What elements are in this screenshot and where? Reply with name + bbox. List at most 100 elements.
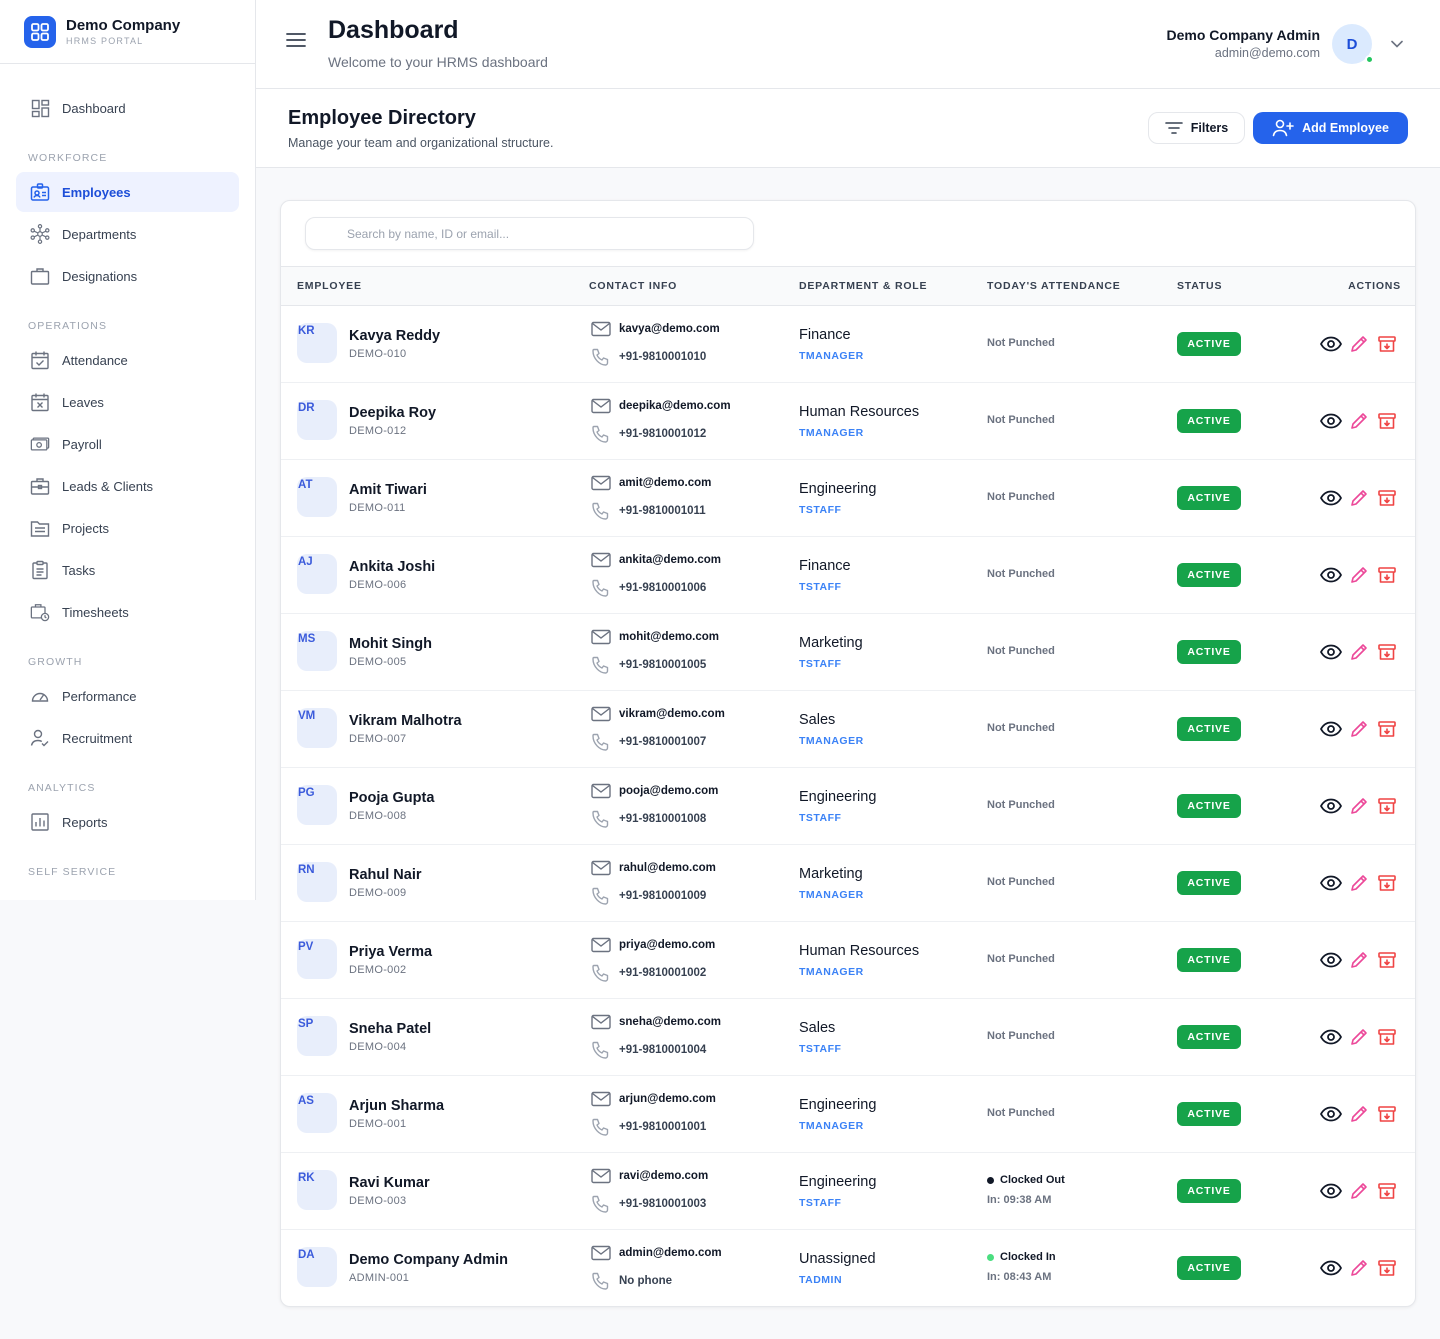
table-row[interactable]: DR Deepika Roy DEMO-012 deepika@demo.com… xyxy=(281,383,1415,460)
employee-name[interactable]: Mohit Singh xyxy=(349,636,432,652)
sidebar-item-attendance[interactable]: Attendance xyxy=(16,340,239,380)
employee-email[interactable]: deepika@demo.com xyxy=(619,400,731,412)
archive-icon[interactable] xyxy=(1376,1026,1398,1048)
employee-email[interactable]: kavya@demo.com xyxy=(619,323,720,335)
edit-pencil-icon[interactable] xyxy=(1348,564,1370,586)
archive-icon[interactable] xyxy=(1376,718,1398,740)
archive-icon[interactable] xyxy=(1376,333,1398,355)
employee-name[interactable]: Rahul Nair xyxy=(349,867,422,883)
archive-icon[interactable] xyxy=(1376,1257,1398,1279)
sidebar-item-payroll[interactable]: Payroll xyxy=(16,424,239,464)
view-eye-icon[interactable] xyxy=(1320,333,1342,355)
edit-pencil-icon[interactable] xyxy=(1348,333,1370,355)
employee-email[interactable]: rahul@demo.com xyxy=(619,862,716,874)
employee-email[interactable]: vikram@demo.com xyxy=(619,708,725,720)
table-row[interactable]: AJ Ankita Joshi DEMO-006 ankita@demo.com… xyxy=(281,537,1415,614)
view-eye-icon[interactable] xyxy=(1320,1103,1342,1125)
table-row[interactable]: RN Rahul Nair DEMO-009 rahul@demo.com +9… xyxy=(281,845,1415,922)
archive-icon[interactable] xyxy=(1376,872,1398,894)
table-row[interactable]: PV Priya Verma DEMO-002 priya@demo.com +… xyxy=(281,922,1415,999)
table-row[interactable]: KR Kavya Reddy DEMO-010 kavya@demo.com +… xyxy=(281,306,1415,383)
view-eye-icon[interactable] xyxy=(1320,410,1342,432)
avatar[interactable]: D xyxy=(1332,24,1374,64)
edit-pencil-icon[interactable] xyxy=(1348,1180,1370,1202)
archive-icon[interactable] xyxy=(1376,410,1398,432)
sidebar-item-leads-clients[interactable]: Leads & Clients xyxy=(16,466,239,506)
view-eye-icon[interactable] xyxy=(1320,1180,1342,1202)
view-eye-icon[interactable] xyxy=(1320,795,1342,817)
table-row[interactable]: DA Demo Company Admin ADMIN-001 admin@de… xyxy=(281,1230,1415,1306)
employee-name[interactable]: Vikram Malhotra xyxy=(349,713,462,729)
search-input[interactable]: Search by name, ID or email... xyxy=(305,217,754,250)
employee-name[interactable]: Demo Company Admin xyxy=(349,1252,508,1268)
archive-icon[interactable] xyxy=(1376,487,1398,509)
sidebar-item-departments[interactable]: Departments xyxy=(16,214,239,254)
table-row[interactable]: VM Vikram Malhotra DEMO-007 vikram@demo.… xyxy=(281,691,1415,768)
view-eye-icon[interactable] xyxy=(1320,564,1342,586)
edit-pencil-icon[interactable] xyxy=(1348,487,1370,509)
table-row[interactable]: SP Sneha Patel DEMO-004 sneha@demo.com +… xyxy=(281,999,1415,1076)
sidebar-item-tasks[interactable]: Tasks xyxy=(16,550,239,590)
employee-email[interactable]: sneha@demo.com xyxy=(619,1016,721,1028)
chevron-down-icon[interactable] xyxy=(1390,36,1404,54)
edit-pencil-icon[interactable] xyxy=(1348,1257,1370,1279)
view-eye-icon[interactable] xyxy=(1320,1026,1342,1048)
archive-icon[interactable] xyxy=(1376,564,1398,586)
edit-pencil-icon[interactable] xyxy=(1348,949,1370,971)
employee-email[interactable]: priya@demo.com xyxy=(619,939,715,951)
view-eye-icon[interactable] xyxy=(1320,487,1342,509)
view-eye-icon[interactable] xyxy=(1320,949,1342,971)
edit-pencil-icon[interactable] xyxy=(1348,1103,1370,1125)
edit-pencil-icon[interactable] xyxy=(1348,872,1370,894)
sidebar-item-dashboard[interactable]: Dashboard xyxy=(16,88,239,128)
sidebar-item-timesheets[interactable]: Timesheets xyxy=(16,592,239,632)
view-eye-icon[interactable] xyxy=(1320,641,1342,663)
employee-name[interactable]: Kavya Reddy xyxy=(349,328,440,344)
sidebar-item-employees[interactable]: Employees xyxy=(16,172,239,212)
table-row[interactable]: RK Ravi Kumar DEMO-003 ravi@demo.com +91… xyxy=(281,1153,1415,1230)
sidebar-item-leaves[interactable]: Leaves xyxy=(16,382,239,422)
sidebar-item-performance[interactable]: Performance xyxy=(16,676,239,716)
table-row[interactable]: PG Pooja Gupta DEMO-008 pooja@demo.com +… xyxy=(281,768,1415,845)
employee-name[interactable]: Arjun Sharma xyxy=(349,1098,444,1114)
archive-icon[interactable] xyxy=(1376,949,1398,971)
archive-icon[interactable] xyxy=(1376,1103,1398,1125)
brand[interactable]: Demo Company HRMS PORTAL xyxy=(0,0,255,64)
employee-name[interactable]: Ravi Kumar xyxy=(349,1175,430,1191)
table-row[interactable]: AT Amit Tiwari DEMO-011 amit@demo.com +9… xyxy=(281,460,1415,537)
archive-icon[interactable] xyxy=(1376,641,1398,663)
employee-email[interactable]: amit@demo.com xyxy=(619,477,711,489)
employee-email[interactable]: pooja@demo.com xyxy=(619,785,718,797)
view-eye-icon[interactable] xyxy=(1320,718,1342,740)
sidebar-item-reports[interactable]: Reports xyxy=(16,802,239,842)
view-eye-icon[interactable] xyxy=(1320,872,1342,894)
employee-name[interactable]: Sneha Patel xyxy=(349,1021,431,1037)
archive-icon[interactable] xyxy=(1376,1180,1398,1202)
filters-button[interactable]: Filters xyxy=(1148,112,1245,144)
employee-email[interactable]: arjun@demo.com xyxy=(619,1093,716,1105)
employee-name[interactable]: Amit Tiwari xyxy=(349,482,427,498)
employee-email[interactable]: admin@demo.com xyxy=(619,1247,722,1259)
employee-email[interactable]: ankita@demo.com xyxy=(619,554,721,566)
view-eye-icon[interactable] xyxy=(1320,1257,1342,1279)
employee-name[interactable]: Priya Verma xyxy=(349,944,432,960)
add-employee-button[interactable]: Add Employee xyxy=(1253,112,1408,144)
employee-name[interactable]: Pooja Gupta xyxy=(349,790,434,806)
edit-pencil-icon[interactable] xyxy=(1348,410,1370,432)
employee-name[interactable]: Deepika Roy xyxy=(349,405,436,421)
edit-pencil-icon[interactable] xyxy=(1348,795,1370,817)
employee-email[interactable]: ravi@demo.com xyxy=(619,1170,708,1182)
employee-email[interactable]: mohit@demo.com xyxy=(619,631,719,643)
edit-pencil-icon[interactable] xyxy=(1348,641,1370,663)
sidebar-item-designations[interactable]: Designations xyxy=(16,256,239,296)
user-name[interactable]: Demo Company Admin xyxy=(1167,27,1321,43)
edit-pencil-icon[interactable] xyxy=(1348,718,1370,740)
archive-icon[interactable] xyxy=(1376,795,1398,817)
sidebar-item-projects[interactable]: Projects xyxy=(16,508,239,548)
table-row[interactable]: AS Arjun Sharma DEMO-001 arjun@demo.com … xyxy=(281,1076,1415,1153)
sidebar-item-recruitment[interactable]: Recruitment xyxy=(16,718,239,758)
edit-pencil-icon[interactable] xyxy=(1348,1026,1370,1048)
employee-name[interactable]: Ankita Joshi xyxy=(349,559,435,575)
menu-icon[interactable] xyxy=(286,32,306,48)
table-row[interactable]: MS Mohit Singh DEMO-005 mohit@demo.com +… xyxy=(281,614,1415,691)
